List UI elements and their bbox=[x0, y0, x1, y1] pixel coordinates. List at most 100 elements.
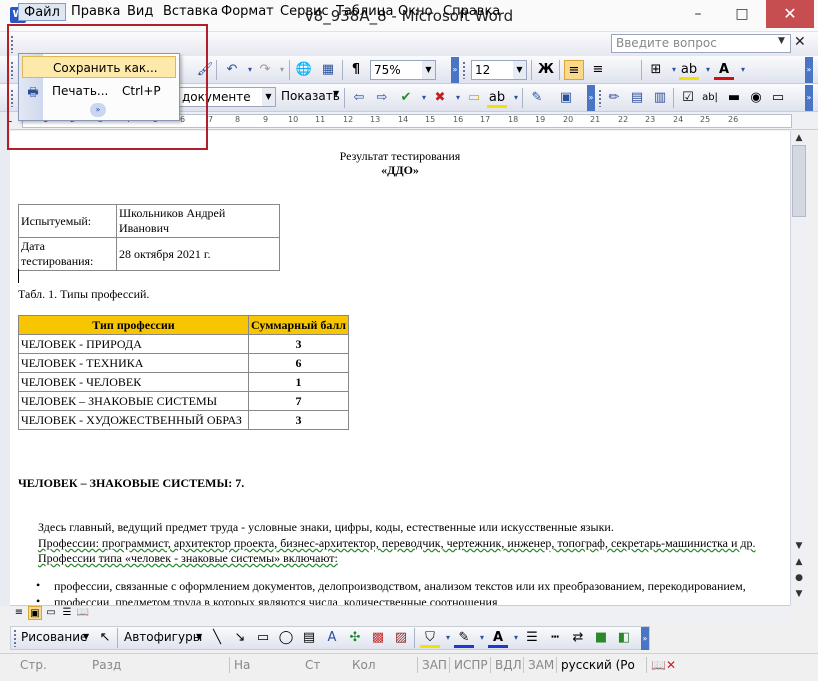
highlight-icon[interactable]: ab bbox=[679, 60, 699, 80]
toolbar-options-icon[interactable]: » bbox=[641, 627, 649, 650]
status-language[interactable]: русский (Ро bbox=[556, 657, 635, 673]
chevron-down-icon[interactable]: ▾ bbox=[733, 60, 753, 80]
new-comment-icon[interactable]: ▭ bbox=[464, 88, 484, 108]
accept-change-icon[interactable]: ✔ bbox=[396, 88, 416, 108]
dropdown-field-icon[interactable]: ▬ bbox=[724, 88, 744, 108]
form-icon[interactable]: ▥ bbox=[650, 88, 670, 108]
toolbar-options-icon[interactable]: » bbox=[805, 85, 813, 111]
select-objects-icon[interactable]: ↖ bbox=[95, 628, 115, 648]
menu-file[interactable]: Файл bbox=[18, 3, 66, 21]
chevron-down-icon[interactable]: ▼ bbox=[778, 36, 785, 46]
clipart-icon[interactable]: ▩ bbox=[368, 628, 388, 648]
align-left-icon[interactable]: ≡ bbox=[564, 60, 584, 80]
next-page-icon[interactable]: ▼ bbox=[793, 589, 805, 599]
line-style-icon[interactable]: ☰ bbox=[522, 628, 542, 648]
font-color-icon[interactable]: A bbox=[488, 628, 508, 648]
line-color-icon[interactable]: ✎ bbox=[454, 628, 474, 648]
rectangle-icon[interactable]: ▭ bbox=[253, 628, 273, 648]
font-size-select[interactable]: 12 ▼ bbox=[471, 60, 527, 80]
shadow-icon[interactable]: ■ bbox=[591, 628, 611, 648]
help-search-input[interactable]: Введите вопрос bbox=[611, 34, 791, 53]
arrow-icon[interactable]: ↘ bbox=[230, 628, 250, 648]
menu-insert[interactable]: Вставка bbox=[158, 3, 223, 21]
outline-view-icon[interactable]: ☰ bbox=[60, 606, 74, 620]
reading-layout-icon[interactable]: 📖 bbox=[76, 606, 90, 620]
normal-view-icon[interactable]: ≡ bbox=[12, 606, 26, 620]
menu-edit[interactable]: Правка bbox=[66, 3, 125, 21]
textbox-icon[interactable]: ▤ bbox=[299, 628, 319, 648]
bold-button[interactable]: Ж bbox=[536, 60, 556, 80]
draw-table-icon[interactable]: ✏ bbox=[604, 88, 624, 108]
grip-icon[interactable] bbox=[598, 89, 602, 107]
status-overtype[interactable]: ЗАМ bbox=[523, 657, 554, 673]
status-extend[interactable]: ВДЛ bbox=[490, 657, 522, 673]
menu-table[interactable]: Таблица bbox=[331, 3, 399, 21]
font-color-icon[interactable]: A bbox=[714, 60, 734, 80]
line-icon[interactable]: ╲ bbox=[207, 628, 227, 648]
scroll-thumb[interactable] bbox=[792, 145, 806, 217]
reviewing-pane-icon[interactable]: ▣ bbox=[556, 88, 576, 108]
show-button[interactable]: Показать bbox=[281, 89, 340, 103]
scroll-up-icon[interactable]: ▲ bbox=[793, 133, 805, 143]
checkbox-field-icon[interactable]: ☑ bbox=[678, 88, 698, 108]
frame-icon[interactable]: ▭ bbox=[768, 88, 788, 108]
hyperlink-icon[interactable]: 🌐 bbox=[294, 60, 314, 80]
menu-format[interactable]: Формат bbox=[216, 3, 279, 21]
toolbar-options-icon[interactable]: » bbox=[805, 57, 813, 83]
chevron-down-icon[interactable]: ▼ bbox=[333, 89, 339, 98]
spelling-status-icon[interactable]: 📖✕ bbox=[646, 657, 676, 673]
table-icon[interactable]: ▦ bbox=[318, 60, 338, 80]
text-field-icon[interactable]: ab| bbox=[700, 88, 720, 108]
scroll-down-icon[interactable]: ▼ bbox=[793, 541, 805, 551]
dash-style-icon[interactable]: ┅ bbox=[545, 628, 565, 648]
maximize-button[interactable]: □ bbox=[720, 0, 764, 28]
document-page[interactable]: Результат тестирования «ДДО» Испытуемый:… bbox=[10, 131, 790, 605]
zoom-select[interactable]: 75% ▼ bbox=[370, 60, 436, 80]
arrow-style-icon[interactable]: ⇄ bbox=[568, 628, 588, 648]
chevron-down-icon[interactable]: ▾ bbox=[506, 88, 526, 108]
menu-view[interactable]: Вид bbox=[122, 3, 158, 21]
chevron-down-icon[interactable]: ▼ bbox=[83, 632, 89, 641]
wordart-icon[interactable]: A bbox=[322, 628, 342, 648]
status-track-changes[interactable]: ИСПР bbox=[449, 657, 488, 673]
select-browse-object-icon[interactable]: ● bbox=[793, 573, 805, 583]
info-value: 28 октября 2021 г. bbox=[116, 237, 280, 271]
align-center-icon[interactable]: ≡ bbox=[588, 60, 608, 80]
chevron-down-icon[interactable]: ▼ bbox=[422, 61, 435, 79]
autoshapes-menu-button[interactable]: Автофигуры bbox=[124, 630, 202, 644]
status-record[interactable]: ЗАП bbox=[417, 657, 447, 673]
diagram-icon[interactable]: ✣ bbox=[345, 628, 365, 648]
menu-window[interactable]: Окно bbox=[393, 3, 438, 21]
menu-tools[interactable]: Сервис bbox=[275, 3, 334, 21]
web-view-icon[interactable]: ▣ bbox=[28, 606, 42, 620]
undo-icon[interactable]: ↶ bbox=[222, 60, 242, 80]
chevron-down-icon[interactable]: ▼ bbox=[513, 61, 526, 79]
oval-icon[interactable]: ◯ bbox=[276, 628, 296, 648]
toolbar-options-icon[interactable]: » bbox=[451, 57, 459, 83]
print-layout-icon[interactable]: ▭ bbox=[44, 606, 58, 620]
minimize-button[interactable]: – bbox=[676, 0, 720, 28]
close-window-button[interactable]: ✕ bbox=[766, 0, 814, 28]
reject-change-icon[interactable]: ✖ bbox=[430, 88, 450, 108]
picture-icon[interactable]: ▨ bbox=[391, 628, 411, 648]
borders-icon[interactable]: ⊞ bbox=[646, 60, 666, 80]
toolbar-options-icon[interactable]: » bbox=[587, 85, 595, 111]
grip-icon[interactable] bbox=[13, 629, 17, 647]
previous-page-icon[interactable]: ▲ bbox=[793, 557, 805, 567]
drawing-menu-button[interactable]: Рисование bbox=[21, 630, 87, 644]
highlight-icon[interactable]: ab bbox=[487, 88, 507, 108]
toolbar-separator bbox=[289, 60, 290, 80]
fill-color-icon[interactable]: ⛉ bbox=[420, 628, 440, 648]
form-field-shading-icon[interactable]: ▤ bbox=[627, 88, 647, 108]
chevron-down-icon[interactable]: ▼ bbox=[262, 88, 275, 106]
close-document-button[interactable]: ✕ bbox=[794, 34, 806, 50]
track-changes-icon[interactable]: ✎ bbox=[527, 88, 547, 108]
3d-icon[interactable]: ◧ bbox=[614, 628, 634, 648]
menu-help[interactable]: Справка bbox=[438, 3, 505, 21]
grip-icon[interactable] bbox=[462, 61, 466, 79]
next-change-icon[interactable]: ⇨ bbox=[372, 88, 392, 108]
chevron-down-icon[interactable]: ▼ bbox=[196, 632, 202, 641]
option-button-icon[interactable]: ◉ bbox=[746, 88, 766, 108]
show-formatting-icon[interactable]: ¶ bbox=[346, 60, 366, 80]
previous-change-icon[interactable]: ⇦ bbox=[349, 88, 369, 108]
